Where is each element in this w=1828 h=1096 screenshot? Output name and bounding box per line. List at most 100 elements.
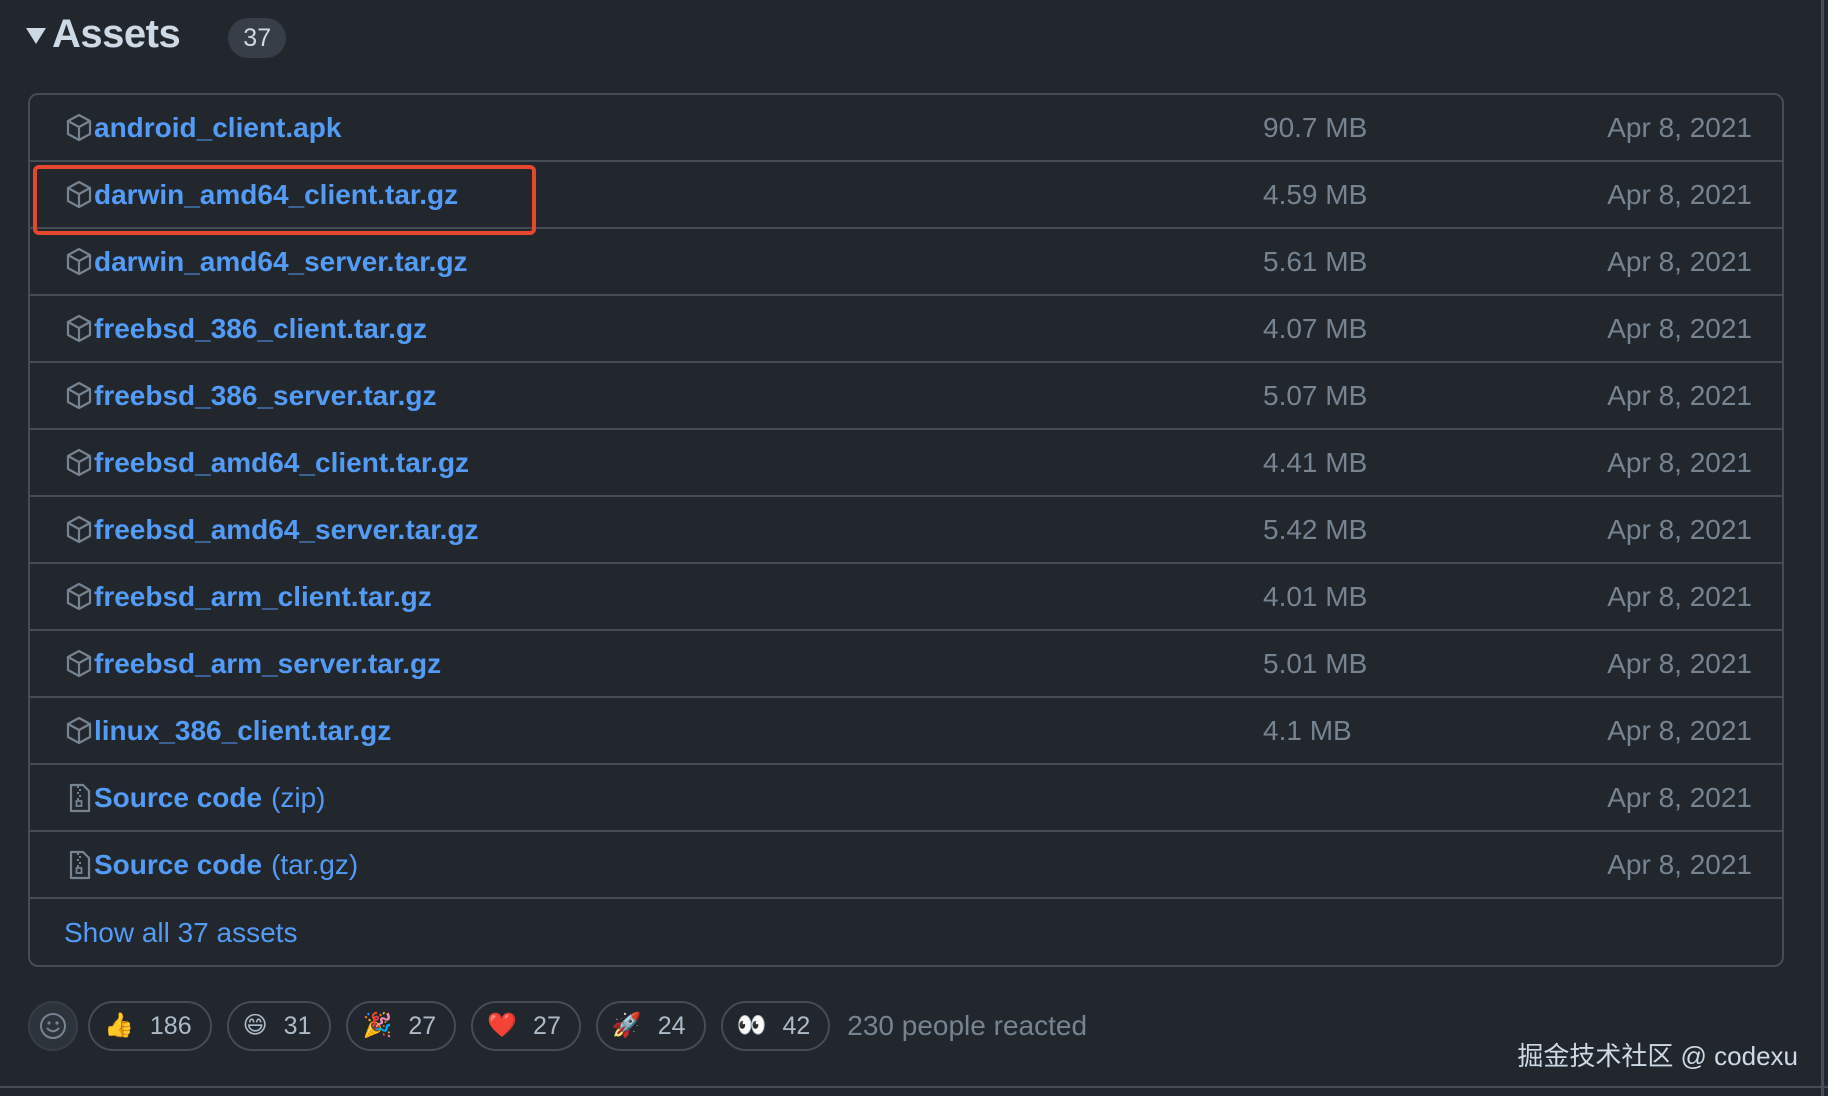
package-icon xyxy=(64,581,94,613)
asset-row: linux_386_client.tar.gz 4.1 MB Apr 8, 2021 xyxy=(30,698,1782,765)
asset-row: darwin_amd64_server.tar.gz 5.61 MB Apr 8, … xyxy=(30,229,1782,296)
asset-date: Apr 8, 2021 xyxy=(1607,514,1752,545)
asset-download-link[interactable]: darwin_amd64_client.tar.gz xyxy=(64,162,458,227)
reaction-count: 31 xyxy=(283,1011,312,1040)
asset-download-link[interactable]: freebsd_arm_client.tar.gz xyxy=(64,564,432,629)
heart-emoji-icon: ❤️ xyxy=(487,1012,518,1039)
source-code-row: Source code (tar.gz) Apr 8, 2021 xyxy=(30,832,1782,899)
asset-date: Apr 8, 2021 xyxy=(1607,715,1752,746)
reaction-count: 186 xyxy=(149,1011,192,1040)
asset-date: Apr 8, 2021 xyxy=(1607,447,1752,478)
package-icon xyxy=(64,447,94,479)
asset-date: Apr 8, 2021 xyxy=(1607,112,1752,143)
asset-date: Apr 8, 2021 xyxy=(1607,782,1752,813)
source-code-link[interactable]: Source code (tar.gz) xyxy=(64,832,358,897)
asset-name: android_client.apk xyxy=(94,111,342,143)
smiley-icon xyxy=(40,1013,66,1039)
reaction-rocket-button[interactable]: 🚀 24 xyxy=(595,1001,706,1051)
assets-title: Assets xyxy=(52,11,181,56)
asset-name: freebsd_arm_client.tar.gz xyxy=(94,580,432,612)
asset-row: android_client.apk 90.7 MB Apr 8, 2021 xyxy=(30,95,1782,162)
asset-date: Apr 8, 2021 xyxy=(1607,179,1752,210)
asset-date: Apr 8, 2021 xyxy=(1607,581,1752,612)
asset-download-link[interactable]: freebsd_amd64_server.tar.gz xyxy=(64,497,478,562)
asset-size: 4.41 MB xyxy=(1263,447,1368,478)
asset-download-link[interactable]: freebsd_amd64_client.tar.gz xyxy=(64,430,469,495)
reaction-hooray-button[interactable]: 🎉 27 xyxy=(346,1001,457,1051)
package-icon xyxy=(64,648,94,680)
package-icon xyxy=(64,313,94,345)
asset-name: freebsd_386_server.tar.gz xyxy=(94,379,437,411)
package-icon xyxy=(64,179,94,211)
eyes-emoji-icon: 👀 xyxy=(736,1012,767,1039)
assets-count-badge: 37 xyxy=(228,18,287,58)
package-icon xyxy=(64,514,94,546)
package-icon xyxy=(64,380,94,412)
reaction-thumbs-up-button[interactable]: 👍 186 xyxy=(88,1001,212,1051)
reaction-count: 24 xyxy=(657,1011,686,1040)
asset-name: freebsd_amd64_server.tar.gz xyxy=(94,513,479,545)
asset-download-link[interactable]: android_client.apk xyxy=(64,95,341,160)
asset-row: freebsd_arm_client.tar.gz 4.01 MB Apr 8, 2… xyxy=(30,564,1782,631)
package-icon xyxy=(64,715,94,747)
reaction-laugh-button[interactable]: 😄 31 xyxy=(226,1001,332,1051)
asset-size: 5.42 MB xyxy=(1263,514,1368,545)
asset-download-link[interactable]: freebsd_386_client.tar.gz xyxy=(64,296,427,361)
asset-size: 4.1 MB xyxy=(1263,715,1352,746)
hooray-emoji-icon: 🎉 xyxy=(362,1012,393,1039)
reactions-summary: 230 people reacted xyxy=(847,1010,1088,1041)
asset-name: freebsd_amd64_client.tar.gz xyxy=(94,446,470,478)
source-code-link[interactable]: Source code (zip) xyxy=(64,765,326,830)
asset-name: darwin_amd64_server.tar.gz xyxy=(94,245,468,277)
asset-row: darwin_amd64_client.tar.gz 4.59 MB Apr 8, … xyxy=(30,162,1782,229)
laugh-emoji-icon: 😄 xyxy=(242,1012,268,1039)
thumbs-up-emoji-icon: 👍 xyxy=(104,1012,134,1039)
asset-date: Apr 8, 2021 xyxy=(1607,849,1752,880)
assets-summary-toggle[interactable]: Assets 37 xyxy=(26,6,287,62)
caret-down-icon xyxy=(26,28,46,44)
reaction-count: 27 xyxy=(533,1011,561,1040)
package-icon xyxy=(64,112,94,144)
bottom-edge-divider xyxy=(0,1086,1828,1088)
assets-list: android_client.apk 90.7 MB Apr 8, 2021 darw… xyxy=(28,93,1784,967)
asset-download-link[interactable]: freebsd_386_server.tar.gz xyxy=(64,363,436,428)
source-code-row: Source code (zip) Apr 8, 2021 xyxy=(30,765,1782,832)
package-icon xyxy=(64,246,94,278)
asset-download-link[interactable]: darwin_amd64_server.tar.gz xyxy=(64,229,468,294)
file-zip-icon xyxy=(64,849,94,881)
right-edge-divider xyxy=(1821,0,1824,1096)
asset-name: linux_386_client.tar.gz xyxy=(94,714,392,746)
asset-size: 4.59 MB xyxy=(1263,179,1368,210)
show-all-assets-link[interactable]: Show all 37 assets xyxy=(64,917,297,949)
source-code-format: (tar.gz) xyxy=(271,848,359,880)
source-code-label: Source code xyxy=(94,848,263,880)
asset-name: darwin_amd64_client.tar.gz xyxy=(94,178,459,210)
source-code-format: (zip) xyxy=(271,781,326,813)
asset-row: freebsd_amd64_client.tar.gz 4.41 MB Apr 8,… xyxy=(30,430,1782,497)
asset-row: freebsd_386_client.tar.gz 4.07 MB Apr 8, 2… xyxy=(30,296,1782,363)
show-all-row: Show all 37 assets xyxy=(30,899,1782,965)
reaction-heart-button[interactable]: ❤️ 27 xyxy=(471,1001,581,1051)
asset-size: 4.07 MB xyxy=(1263,313,1368,344)
asset-date: Apr 8, 2021 xyxy=(1607,380,1752,411)
asset-size: 5.07 MB xyxy=(1263,380,1368,411)
rocket-emoji-icon: 🚀 xyxy=(611,1012,642,1039)
file-zip-icon xyxy=(64,782,94,814)
asset-row: freebsd_amd64_server.tar.gz 5.42 MB Apr 8,… xyxy=(30,497,1782,564)
asset-date: Apr 8, 2021 xyxy=(1607,648,1752,679)
reaction-eyes-button[interactable]: 👀 42 xyxy=(720,1001,831,1051)
asset-row: freebsd_arm_server.tar.gz 5.01 MB Apr 8, 2… xyxy=(30,631,1782,698)
asset-size: 5.61 MB xyxy=(1263,246,1368,277)
source-code-label: Source code xyxy=(94,781,263,813)
watermark-text: 掘金技术社区 @ codexu xyxy=(1517,1041,1798,1071)
asset-date: Apr 8, 2021 xyxy=(1607,246,1752,277)
asset-name: freebsd_386_client.tar.gz xyxy=(94,312,428,344)
asset-size: 5.01 MB xyxy=(1263,648,1368,679)
asset-download-link[interactable]: linux_386_client.tar.gz xyxy=(64,698,391,763)
asset-row: freebsd_386_server.tar.gz 5.07 MB Apr 8, 2… xyxy=(30,363,1782,430)
add-reaction-button[interactable] xyxy=(28,1001,78,1051)
reaction-count: 27 xyxy=(408,1011,437,1040)
asset-size: 4.01 MB xyxy=(1263,581,1368,612)
asset-download-link[interactable]: freebsd_arm_server.tar.gz xyxy=(64,631,441,696)
asset-size: 90.7 MB xyxy=(1263,112,1368,143)
